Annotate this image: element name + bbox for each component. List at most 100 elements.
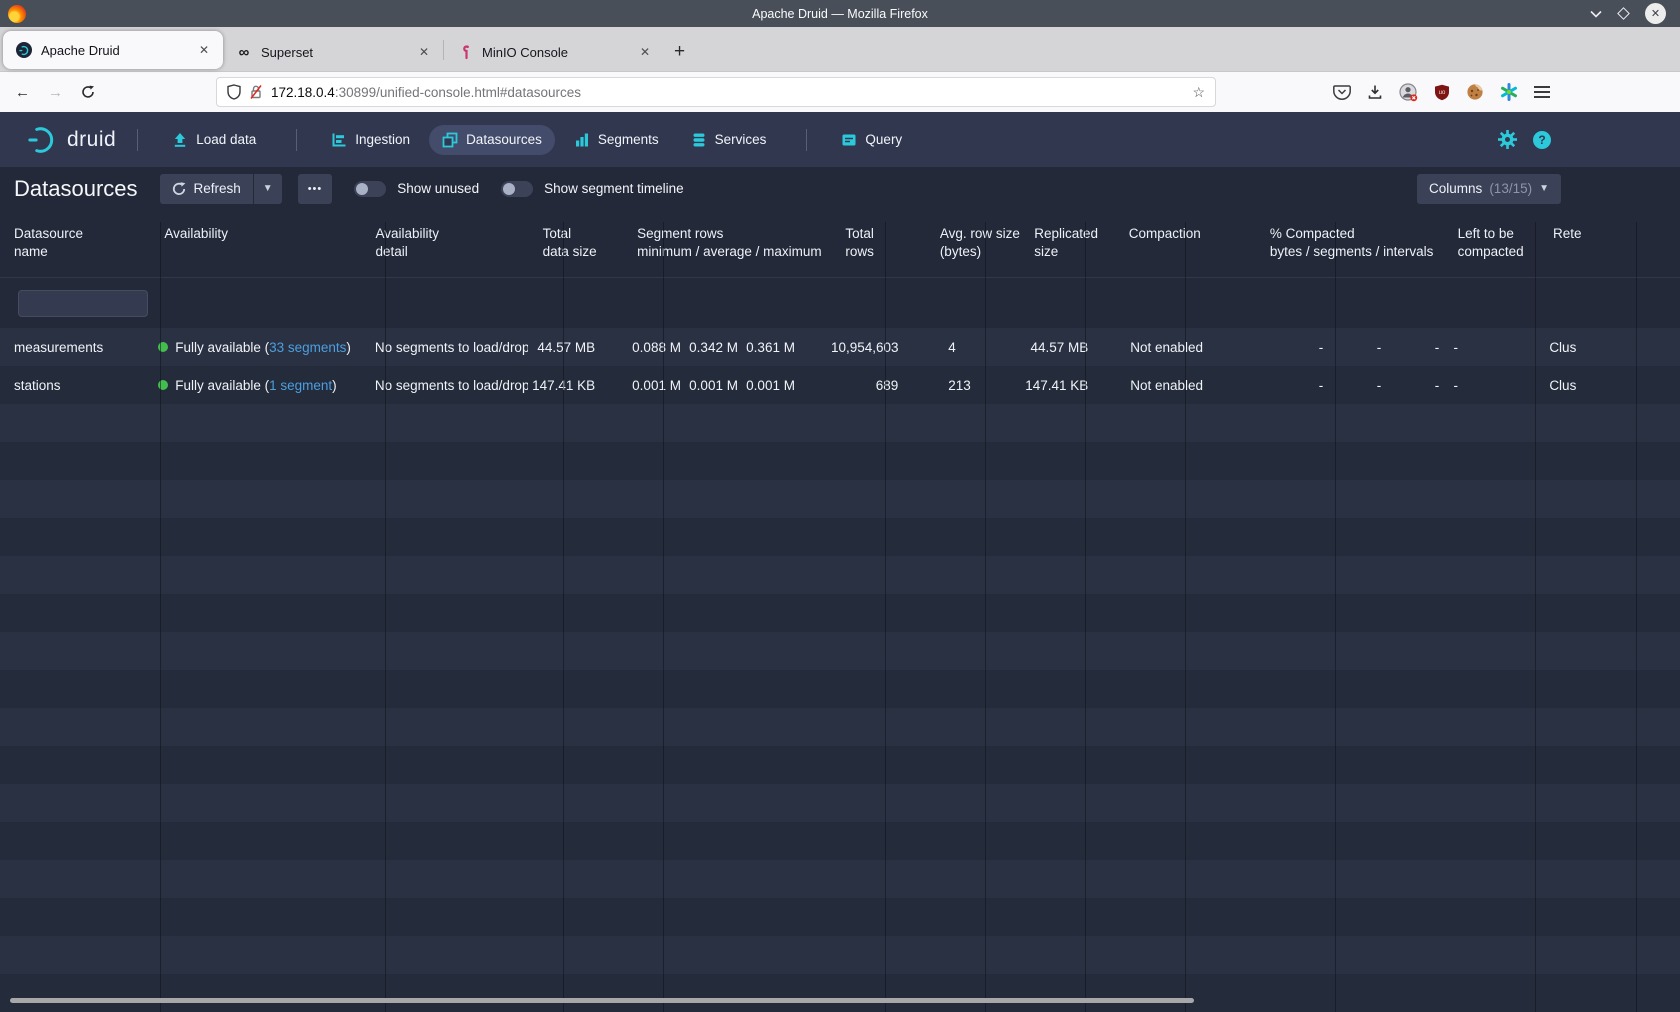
bookmark-star-icon[interactable]: ☆ [1192, 84, 1205, 101]
nav-item-label: Services [715, 132, 767, 147]
nav-item-ingestion[interactable]: Ingestion [318, 125, 423, 155]
menu-hamburger-icon[interactable] [1534, 85, 1550, 99]
refresh-dropdown-button[interactable]: ▼ [254, 174, 282, 204]
cell-availability-detail: No segments to load/drop [361, 340, 528, 355]
tab-minio-console[interactable]: MinIO Console ✕ [444, 33, 664, 71]
tracking-shield-icon[interactable] [227, 84, 241, 100]
tab-close-icon[interactable]: ✕ [415, 43, 433, 61]
cell-total-rows: 10,954,603 [831, 340, 926, 355]
druid-favicon [16, 42, 32, 58]
col-header-pct-compacted[interactable]: % Compactedbytes / segments / intervals [1256, 210, 1444, 277]
table-filter-row [0, 278, 1680, 328]
col-header-compaction[interactable]: Compaction [1115, 210, 1256, 277]
col-header-total-data-size[interactable]: Totaldata size [529, 210, 623, 277]
tab-title: MinIO Console [482, 45, 636, 60]
col-header-segment-rows[interactable]: Segment rowsminimum / average / maximum [623, 210, 831, 277]
columns-label: Columns [1429, 181, 1482, 196]
tab-strip: Apache Druid ✕ ∞ Superset ✕ MinIO Consol… [0, 27, 1680, 71]
show-segment-timeline-toggle[interactable]: Show segment timeline [501, 181, 684, 197]
empty-table-rows [0, 404, 1680, 1012]
toggle-track[interactable] [354, 181, 386, 197]
cell-left-to-be-compacted: - [1444, 378, 1539, 393]
cell-retention: Clus [1539, 378, 1680, 393]
col-header-retention[interactable]: Rete [1539, 210, 1680, 277]
col-header-datasource-name[interactable]: Datasourcename [0, 210, 150, 277]
nav-item-label: Ingestion [355, 132, 410, 147]
toggle-knob [503, 183, 515, 195]
cell-total-data-size: 147.41 KB [528, 378, 623, 393]
nav-divider [296, 129, 297, 151]
tab-apache-druid[interactable]: Apache Druid ✕ [3, 31, 223, 69]
minio-favicon [457, 44, 473, 60]
ingestion-icon [331, 132, 347, 148]
window-close-icon[interactable]: ✕ [1645, 3, 1666, 24]
cell-avg-row-size: 4 [926, 340, 1021, 355]
tab-close-icon[interactable]: ✕ [195, 41, 213, 59]
view-control-bar: Datasources Refresh ▼ ••• Show unused Sh… [0, 167, 1680, 210]
nav-item-query[interactable]: Query [828, 125, 915, 155]
url-host: 172.18.0.4 [271, 85, 335, 100]
table-row-stations[interactable]: stations Fully available (1 segment) No … [0, 366, 1680, 404]
nav-item-services[interactable]: Services [678, 125, 780, 155]
refresh-button[interactable]: Refresh [160, 174, 253, 204]
nav-item-load-data[interactable]: Load data [159, 125, 269, 155]
tab-superset[interactable]: ∞ Superset ✕ [223, 33, 443, 71]
col-header-left-to-be-compacted[interactable]: Left to becompacted [1444, 210, 1539, 277]
nav-divider [137, 129, 138, 151]
cell-datasource-name[interactable]: measurements [0, 340, 150, 355]
new-tab-button[interactable]: + [664, 41, 697, 71]
col-header-total-rows[interactable]: Totalrows [831, 210, 925, 277]
nav-divider [806, 129, 807, 151]
datasource-name-filter-input[interactable] [18, 290, 148, 317]
help-icon[interactable]: ? [1532, 130, 1552, 150]
table-row-measurements[interactable]: measurements Fully available (33 segment… [0, 328, 1680, 366]
segments-link[interactable]: 33 segments [269, 340, 346, 355]
pocket-icon[interactable] [1333, 84, 1351, 101]
col-header-availability[interactable]: Availability [150, 210, 361, 277]
nav-item-datasources[interactable]: Datasources [429, 125, 555, 155]
cookie-extension-icon[interactable] [1466, 83, 1484, 101]
horizontal-scrollbar[interactable] [10, 998, 1194, 1003]
page-title: Datasources [14, 176, 138, 202]
tab-title: Apache Druid [41, 43, 195, 58]
extension-asterisk-icon[interactable] [1500, 83, 1518, 101]
window-title: Apache Druid — Mozilla Firefox [0, 7, 1680, 21]
toggle-label: Show segment timeline [544, 181, 684, 196]
nav-item-label: Query [865, 132, 902, 147]
downloads-icon[interactable] [1367, 84, 1383, 100]
cell-datasource-name[interactable]: stations [0, 378, 150, 393]
col-header-replicated-size[interactable]: Replicatedsize [1020, 210, 1114, 277]
col-header-avg-row-size[interactable]: Avg. row size(bytes) [926, 210, 1020, 277]
back-button[interactable]: ← [6, 84, 39, 101]
insecure-lock-icon[interactable] [249, 84, 263, 100]
cell-total-rows: 689 [831, 378, 926, 393]
druid-navbar: druid Load data Ingestion Datasources Se… [0, 112, 1680, 167]
url-toolbar: ← → 172.18.0.4:30899/unified-console.htm… [0, 71, 1680, 112]
services-icon [691, 132, 707, 148]
nav-item-segments[interactable]: Segments [561, 125, 672, 155]
account-icon[interactable] [1399, 83, 1418, 102]
window-minimize-icon[interactable] [1590, 10, 1602, 18]
toggle-track[interactable] [501, 181, 533, 197]
cell-retention: Clus [1539, 340, 1680, 355]
segments-link[interactable]: 1 segment [269, 378, 332, 393]
svg-text:?: ? [1538, 133, 1545, 147]
tab-close-icon[interactable]: ✕ [636, 43, 654, 61]
reload-button[interactable] [72, 85, 104, 99]
nav-item-label: Datasources [466, 132, 542, 147]
url-bar[interactable]: 172.18.0.4:30899/unified-console.html#da… [216, 77, 1216, 107]
forward-button[interactable]: → [39, 84, 72, 101]
ublock-icon[interactable]: uo [1434, 84, 1450, 101]
cell-availability: Fully available (1 segment) [150, 378, 361, 393]
cell-segment-rows: 0.088 M0.342 M0.361 M [623, 340, 831, 355]
table-header-row: Datasourcename Availability Availability… [0, 210, 1680, 278]
druid-logo[interactable]: druid [28, 125, 116, 155]
columns-button[interactable]: Columns (13/15) ▼ [1417, 174, 1561, 204]
settings-gear-icon[interactable] [1498, 130, 1517, 149]
more-actions-button[interactable]: ••• [298, 174, 333, 204]
window-maximize-icon[interactable] [1617, 7, 1630, 20]
show-unused-toggle[interactable]: Show unused [354, 181, 479, 197]
availability-text: Fully available (1 segment) [175, 378, 336, 393]
available-status-icon [158, 380, 168, 390]
col-header-availability-detail[interactable]: Availabilitydetail [361, 210, 528, 277]
